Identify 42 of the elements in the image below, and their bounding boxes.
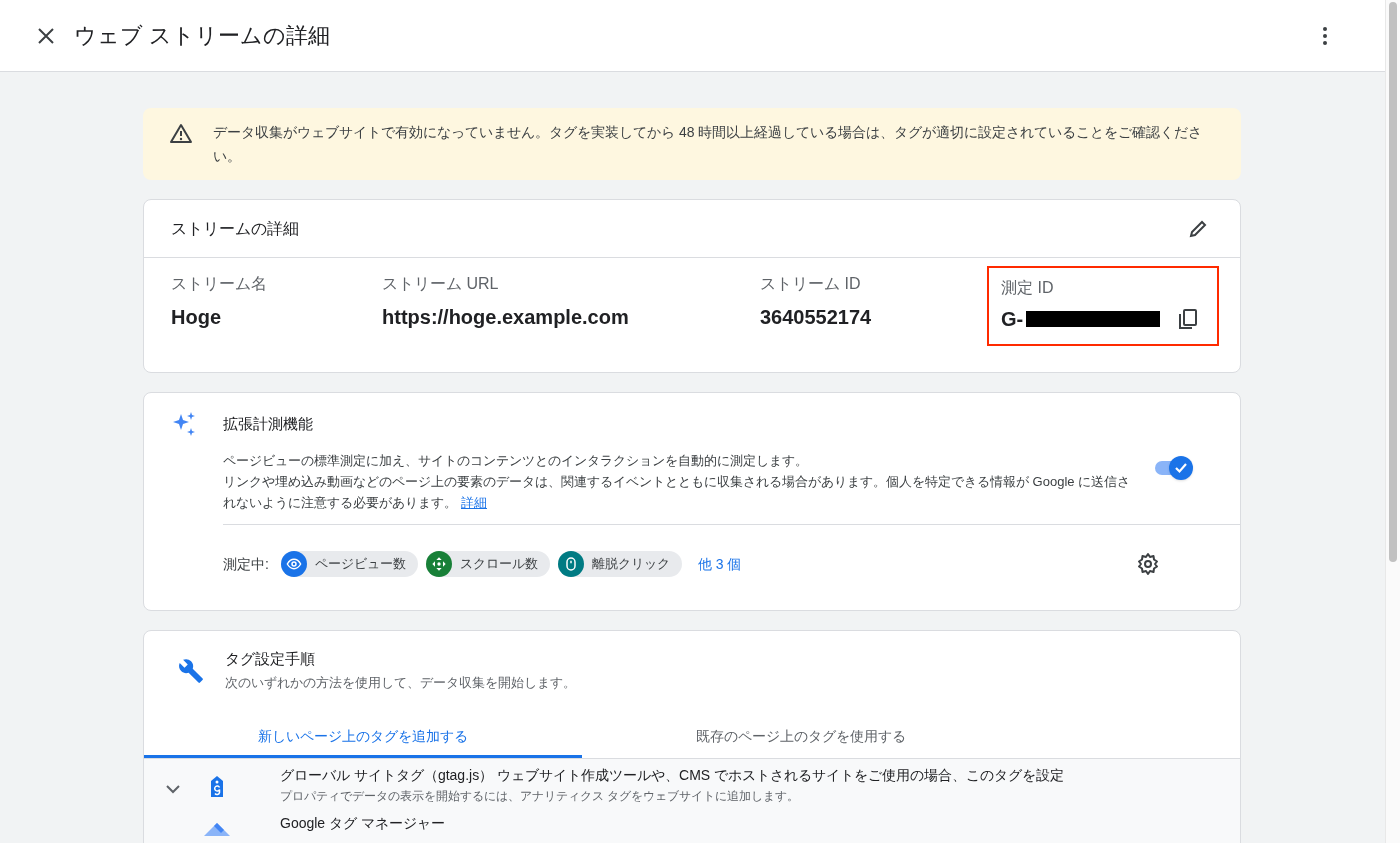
eye-icon [285,556,302,572]
toggle-switch[interactable] [1153,455,1193,480]
copy-icon [1177,308,1199,330]
measuring-label: 測定中: [223,554,269,574]
field-value: Hoge [171,305,222,330]
warning-icon [169,123,193,144]
diamond-icon [204,823,230,837]
field-label: ストリーム ID [760,274,862,294]
field-value: G- [1001,307,1024,332]
settings-icon [1136,552,1160,576]
more-icon [1323,26,1327,45]
card-title: ストリームの詳細 [171,218,299,239]
chip-label: ページビュー数 [314,555,406,574]
chevron-down-icon [166,785,180,794]
chip-label: 離脱クリック [591,555,670,574]
pencil-icon [1188,218,1208,239]
tab[interactable]: 既存のページ上のタグを使用する [582,718,1020,758]
settings-button[interactable] [1136,552,1160,576]
description-text: ページビューの標準測定に加え、サイトのコンテンツとのインタラクションを自動的に測定します。 [223,451,809,470]
section-title: 拡張計測機能 [223,414,314,434]
more-link[interactable]: 他 3 個 [697,553,742,575]
privacy-note: リンクや埋め込み動画などのページ上の要素のデータは、関連するイベントとともに収集される場合があります。個人を特定できる情報が Google に送信されないように注意する必要があります。 詳細 [223,472,1132,512]
arrows-icon [430,556,447,572]
option-title: グローバル サイトタグ（gtag.js） ウェブサイト作成ツールや、CMS でホストされるサイトをご使用の場合、このタグを設定 [280,766,1065,785]
warning-message: データ収集がウェブサイトで有効になっていません。タグを実装してから 48 時間以上経過している場合は、タグが適切に設定されていることをご確認ください。 [213,123,1204,166]
page-title: ウェブ ストリームの詳細 [74,22,331,50]
section-title: タグ設定手順 [225,649,316,669]
field-value: 3640552174 [760,305,873,330]
field-label: ストリーム URL [382,274,500,294]
tag-icon [208,775,226,799]
chip-label: スクロール数 [459,555,538,574]
field-value: https://hoge.example.com [382,305,630,330]
edit-button[interactable] [1188,218,1208,239]
field-label: 測定 ID [1001,278,1055,298]
section-subtitle: 次のいずれかの方法を使用して、データ収集を開始します。 [225,673,576,692]
option-description: プロパティでデータの表示を開始するには、アナリティクス タグをウェブサイトに追加します。 [280,788,801,805]
option-title: Google タグ マネージャー [280,814,445,833]
copy-button[interactable] [1177,308,1199,330]
close-icon [37,26,55,45]
wrench-icon [177,658,205,684]
field-label: ストリーム名 [171,274,268,294]
details-link[interactable]: 詳細 [461,494,487,510]
